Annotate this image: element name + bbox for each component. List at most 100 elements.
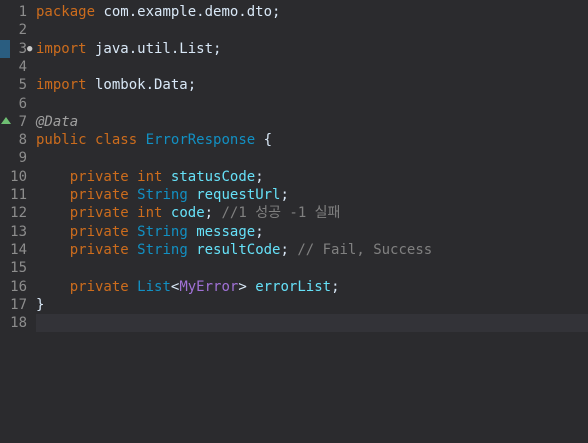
code-line[interactable]: 18	[0, 314, 588, 333]
code-line[interactable]: 3 ● import java.util.List;	[0, 39, 588, 58]
code-text[interactable]	[36, 21, 588, 39]
code-token: resultCode	[196, 241, 281, 258]
line-number: 13	[10, 223, 27, 240]
fold-toggle-icon[interactable]: ●	[27, 40, 35, 58]
code-token: requestUrl	[196, 187, 281, 203]
code-line[interactable]: 9	[0, 149, 588, 167]
code-text[interactable]: private int code; //1 성공 -1 실패	[36, 204, 588, 222]
code-text[interactable]: import lombok.Data;	[36, 76, 588, 94]
code-token: java.util.List;	[86, 40, 222, 57]
code-token: private	[69, 241, 129, 258]
line-number: 11	[10, 187, 27, 203]
code-text[interactable]	[36, 259, 588, 277]
code-token: code	[170, 205, 205, 222]
code-text[interactable]: private String message;	[36, 223, 588, 241]
code-token: statusCode	[170, 168, 256, 185]
code-line[interactable]: 2	[0, 21, 588, 39]
line-number: 12	[10, 205, 27, 222]
code-line[interactable]: 8 public class ErrorResponse {	[0, 131, 588, 149]
code-token: errorList	[255, 278, 332, 295]
code-token: com.example.demo.dto;	[95, 4, 281, 20]
code-text[interactable]	[36, 95, 588, 113]
line-number: 16	[10, 278, 27, 295]
code-line[interactable]: 10 private int statusCode;	[0, 168, 588, 186]
code-text[interactable]: private String requestUrl;	[36, 186, 588, 204]
code-line[interactable]: 14 private String resultCode; // Fail, S…	[0, 241, 588, 259]
line-number: 14	[10, 241, 27, 258]
code-token: >	[238, 278, 256, 295]
code-text[interactable]: public class ErrorResponse {	[36, 131, 588, 149]
code-token: private	[69, 223, 129, 240]
code-token: String	[137, 241, 188, 258]
code-text[interactable]	[36, 58, 588, 76]
code-token: }	[36, 296, 45, 313]
code-token: // Fail, Success	[297, 241, 433, 258]
code-token: {	[255, 132, 273, 149]
code-line[interactable]: 12 private int code; //1 성공 -1 실패	[0, 204, 588, 222]
line-number: 17	[10, 296, 27, 313]
line-number: 3	[18, 40, 27, 57]
code-line[interactable]: 17}	[0, 296, 588, 314]
code-line[interactable]: 16 private List<MyError> errorList;	[0, 278, 588, 296]
code-text[interactable]: @Data	[36, 113, 588, 131]
code-token: package	[36, 4, 96, 20]
code-token: private	[69, 205, 129, 222]
code-text[interactable]: }	[36, 296, 588, 314]
line-number: 15	[10, 260, 27, 277]
code-token: ;	[255, 223, 264, 240]
code-text[interactable]: import java.util.List;	[36, 40, 588, 58]
code-token: private	[69, 187, 129, 203]
code-token: private	[69, 168, 129, 185]
code-text[interactable]: private List<MyError> errorList;	[36, 278, 588, 296]
code-token: ErrorResponse	[145, 132, 256, 149]
line-number: 18	[10, 315, 27, 332]
line-number: 2	[18, 22, 27, 39]
code-text[interactable]: private String resultCode; // Fail, Succ…	[36, 241, 588, 259]
code-token: MyError	[179, 278, 239, 295]
line-number: 10	[10, 168, 27, 185]
code-token: String	[137, 187, 188, 203]
line-number: 8	[18, 132, 27, 149]
code-text[interactable]: private int statusCode;	[36, 168, 588, 186]
code-token: ;	[331, 278, 340, 295]
code-editor[interactable]: 1 package com.example.demo.dto; 2 3 ● import …	[0, 0, 588, 443]
code-token: //1 성공 -1 실패	[221, 205, 341, 222]
code-token: @Data	[36, 113, 79, 130]
code-line[interactable]: 15	[0, 259, 588, 277]
line-number: 5	[18, 77, 27, 94]
code-token: List	[137, 278, 171, 295]
code-token: lombok.Data;	[86, 77, 197, 94]
code-line[interactable]: 13 private String message;	[0, 223, 588, 241]
code-line[interactable]: 1 package com.example.demo.dto;	[0, 3, 588, 21]
code-line[interactable]: 4	[0, 58, 588, 76]
code-token: String	[137, 223, 188, 240]
code-line[interactable]: 6	[0, 95, 588, 113]
line-number: 4	[18, 58, 27, 75]
code-token: import	[36, 77, 87, 94]
line-number: 7	[18, 113, 27, 130]
code-token: public	[36, 132, 87, 149]
code-token: ;	[280, 241, 298, 258]
code-text[interactable]	[36, 149, 588, 167]
code-line[interactable]: 11 private String requestUrl;	[0, 186, 588, 204]
code-token: message	[196, 223, 256, 240]
code-text[interactable]: package com.example.demo.dto;	[36, 3, 588, 21]
code-line[interactable]: 5 import lombok.Data;	[0, 76, 588, 94]
code-token: ;	[280, 187, 289, 203]
code-line[interactable]: 7 @Data	[0, 113, 588, 131]
code-token: int	[137, 205, 163, 222]
code-text[interactable]	[36, 314, 588, 333]
